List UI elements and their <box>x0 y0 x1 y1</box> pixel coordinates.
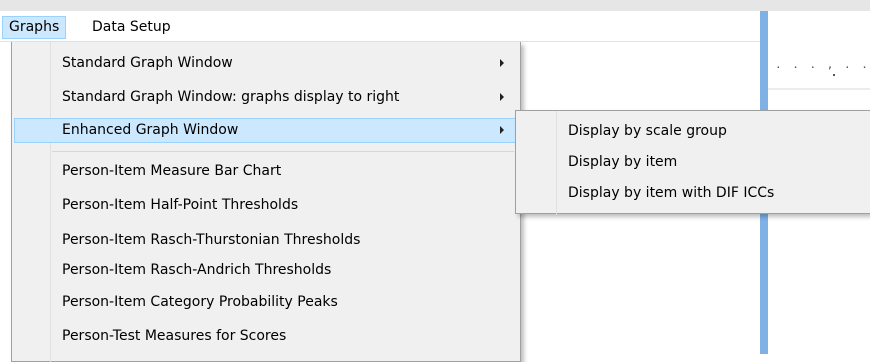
menu-item-label: Standard Graph Window: graphs display to… <box>62 89 400 105</box>
menu-item-label: Person-Item Rasch-Thurstonian Thresholds <box>62 232 361 248</box>
menu-item-category-probability-peaks[interactable]: Person-Item Category Probability Peaks <box>14 290 518 315</box>
menu-separator <box>52 151 514 152</box>
menu-item-standard-graph-window-right[interactable]: Standard Graph Window: graphs display to… <box>14 85 518 110</box>
background-dot <box>833 74 835 76</box>
menu-item-label: Person-Test Measures for Scores <box>62 328 287 344</box>
menu-item-rasch-thurstonian-thresholds[interactable]: Person-Item Rasch-Thurstonian Thresholds <box>14 228 518 253</box>
menu-item-standard-graph-window[interactable]: Standard Graph Window <box>14 51 518 76</box>
menu-data-setup[interactable]: Data Setup <box>86 16 177 39</box>
menu-item-measure-bar-chart[interactable]: Person-Item Measure Bar Chart <box>14 159 518 184</box>
menu-bar: Graphs Data Setup <box>0 11 760 42</box>
menu-item-label: Person-Item Category Probability Peaks <box>62 294 338 310</box>
menu-item-test-measures-for-scores[interactable]: Person-Test Measures for Scores <box>14 324 518 349</box>
menu-item-label: Person-Item Measure Bar Chart <box>62 163 282 179</box>
submenu-item-display-by-item-dif[interactable]: Display by item with DIF ICCs <box>518 179 868 207</box>
menu-item-label: Enhanced Graph Window <box>62 122 239 138</box>
graphs-dropdown-menu: Standard Graph Window Standard Graph Win… <box>11 42 521 362</box>
menu-item-enhanced-graph-window[interactable]: Enhanced Graph Window <box>14 118 518 143</box>
submenu-arrow-icon <box>500 59 504 67</box>
top-strip <box>0 0 870 11</box>
menu-item-half-point-thresholds[interactable]: Person-Item Half-Point Thresholds <box>14 193 518 218</box>
submenu-item-display-by-scale-group[interactable]: Display by scale group <box>518 117 868 145</box>
menu-item-rasch-andrich-thresholds[interactable]: Person-Item Rasch-Andrich Thresholds <box>14 258 518 283</box>
background-gridline <box>768 88 870 90</box>
submenu-arrow-icon <box>500 126 504 134</box>
background-dots: . . . , . . <box>775 58 870 71</box>
menu-item-label: Standard Graph Window <box>62 55 233 71</box>
submenu-item-display-by-item[interactable]: Display by item <box>518 148 868 176</box>
menu-item-label: Person-Item Rasch-Andrich Thresholds <box>62 262 332 278</box>
submenu-arrow-icon <box>500 93 504 101</box>
menu-graphs[interactable]: Graphs <box>2 16 67 39</box>
menu-item-label: Person-Item Half-Point Thresholds <box>62 197 299 213</box>
enhanced-graph-submenu: Display by scale group Display by item D… <box>515 110 870 215</box>
